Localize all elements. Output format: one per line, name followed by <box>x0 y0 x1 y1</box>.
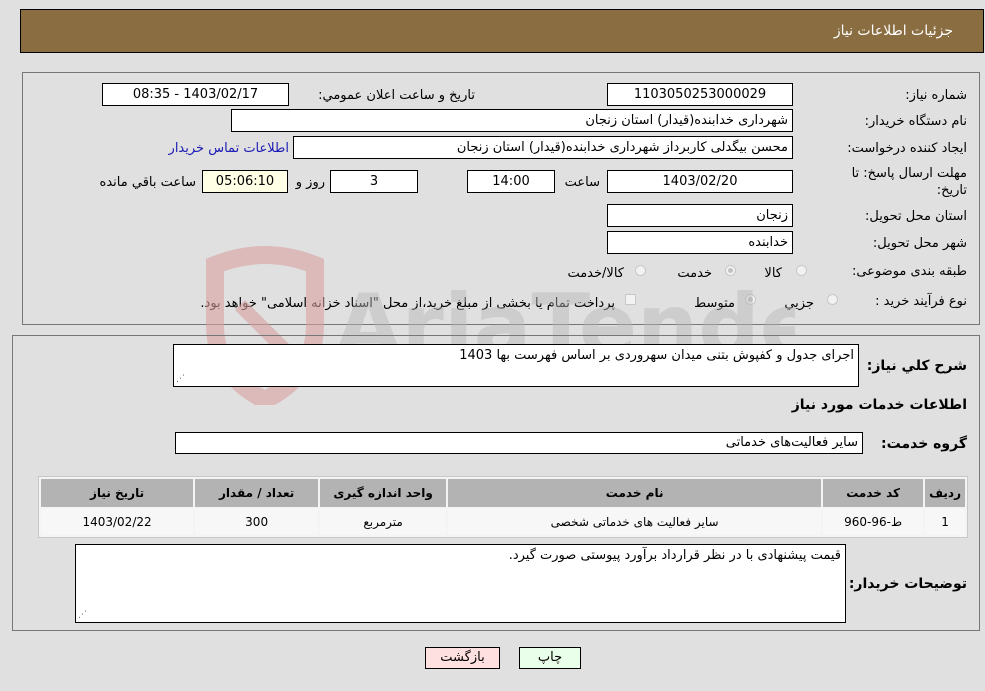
province-field: زنجان <box>607 204 793 227</box>
deadline-date-field: 1403/02/20 <box>607 170 793 193</box>
resize-grip-icon[interactable]: ⋰ <box>78 611 87 620</box>
cell-service-code: ط-96-960 <box>823 509 924 535</box>
buyer-notes-label: توضیحات خریدار: <box>848 576 967 592</box>
category-option-goods: کالا <box>764 266 782 281</box>
description-textarea[interactable]: اجرای جدول و کفپوش بتنی میدان سهروردی بر… <box>173 344 859 387</box>
buyer-org-label: نام دستگاه خریدار: <box>864 114 967 129</box>
services-table: ردیف کد خدمت نام خدمت واحد اندازه گیری ت… <box>38 476 968 538</box>
deadline-label: مهلت ارسال پاسخ: تا <box>851 166 967 181</box>
col-header-service-code: کد خدمت <box>823 479 924 507</box>
treasury-note: پرداخت تمام یا بخشی از مبلغ خرید،از محل … <box>200 296 615 311</box>
remaining-time-label: ساعت باقي مانده <box>99 175 196 190</box>
col-header-service-name: نام خدمت <box>448 479 822 507</box>
city-label: شهر محل تحویل: <box>872 236 967 251</box>
category-option-goods-service: کالا/خدمت <box>567 266 624 281</box>
description-label: شرح کلي نیاز: <box>866 358 967 374</box>
buyer-contact-link[interactable]: اطلاعات تماس خریدار <box>169 141 289 156</box>
need-number-field: 1103050253000029 <box>607 83 793 106</box>
buyer-notes-text: قیمت پیشنهادی با در نظر قرارداد برآورد پ… <box>508 548 841 563</box>
col-header-row-number: ردیف <box>925 479 965 507</box>
treasury-checkbox[interactable] <box>625 294 636 305</box>
cell-row-number: 1 <box>925 509 965 535</box>
announce-datetime-field: 1403/02/17 - 08:35 <box>102 83 289 106</box>
process-radio-medium[interactable] <box>745 294 756 305</box>
category-radio-goods[interactable] <box>796 265 807 276</box>
category-label: طبقه بندی موضوعی: <box>851 264 967 279</box>
description-text: اجرای جدول و کفپوش بتنی میدان سهروردی بر… <box>459 348 854 363</box>
resize-grip-icon[interactable]: ⋰ <box>176 375 185 384</box>
category-radio-goods-service[interactable] <box>635 265 646 276</box>
deadline-time-field: 14:00 <box>467 170 555 193</box>
category-radio-service[interactable] <box>725 265 736 276</box>
col-header-need-date: تاریخ نیاز <box>41 479 194 507</box>
province-label: استان محل تحویل: <box>865 209 967 224</box>
remaining-days-field: 3 <box>330 170 418 193</box>
days-label: روز و <box>295 175 325 190</box>
creator-field: محسن بیگدلی کاربرداز شهرداری خدابنده(قید… <box>293 136 793 159</box>
need-number-label: شماره نیاز: <box>905 88 967 103</box>
process-option-minor: جزيي <box>784 296 814 311</box>
process-option-medium: متوسط <box>694 296 735 311</box>
category-option-service: خدمت <box>677 266 712 281</box>
service-group-field: سایر فعالیت‌های خدماتی <box>175 432 863 454</box>
back-button[interactable]: بازگشت <box>425 647 500 669</box>
remaining-time-field: 05:06:10 <box>202 170 288 193</box>
cell-need-date: 1403/02/22 <box>41 509 194 535</box>
buyer-org-field: شهرداری خدابنده(قیدار) استان زنجان <box>231 109 793 132</box>
page-header: جزئیات اطلاعات نیاز <box>20 9 984 53</box>
page-title: جزئیات اطلاعات نیاز <box>833 23 953 39</box>
creator-label: ایجاد کننده درخواست: <box>847 141 967 156</box>
table-row: 1 ط-96-960 سایر فعالیت های خدماتی شخصی م… <box>41 509 965 535</box>
buyer-notes-textarea[interactable]: قیمت پیشنهادی با در نظر قرارداد برآورد پ… <box>75 544 846 623</box>
service-group-label: گروه خدمت: <box>881 436 967 452</box>
city-field: خدابنده <box>607 231 793 254</box>
table-header-row: ردیف کد خدمت نام خدمت واحد اندازه گیری ت… <box>41 479 965 507</box>
process-type-label: نوع فرآیند خرید : <box>875 294 967 309</box>
deadline-time-label: ساعت <box>564 175 600 190</box>
cell-quantity: 300 <box>195 509 319 535</box>
services-section-title: اطلاعات خدمات مورد نیاز <box>791 397 967 413</box>
process-radio-minor[interactable] <box>827 294 838 305</box>
deadline-label-date: تاریخ: <box>936 183 967 198</box>
col-header-unit: واحد اندازه گیری <box>320 479 447 507</box>
cell-service-name: سایر فعالیت های خدماتی شخصی <box>448 509 822 535</box>
announce-label: تاریخ و ساعت اعلان عمومي: <box>318 88 475 103</box>
col-header-quantity: تعداد / مقدار <box>195 479 319 507</box>
cell-unit: مترمربع <box>320 509 447 535</box>
print-button[interactable]: چاپ <box>519 647 581 669</box>
